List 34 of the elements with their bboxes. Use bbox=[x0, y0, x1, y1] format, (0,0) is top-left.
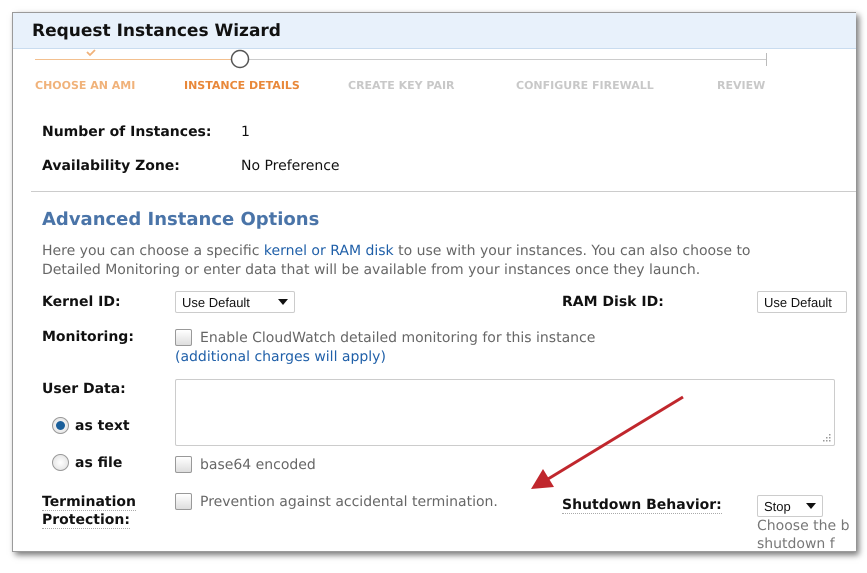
hint-text: Choose the b bbox=[757, 517, 850, 535]
checkbox[interactable] bbox=[175, 493, 192, 510]
field-label: Monitoring: bbox=[42, 329, 135, 345]
field-label: RAM Disk ID: bbox=[562, 294, 665, 310]
hint-text: shutdown f bbox=[757, 535, 836, 551]
checkbox[interactable] bbox=[175, 456, 192, 473]
field-label: Number of Instances: bbox=[42, 124, 212, 140]
ram-disk-select[interactable]: Use Default bbox=[757, 291, 847, 313]
radio-button[interactable] bbox=[52, 417, 69, 434]
radio-button[interactable] bbox=[52, 454, 69, 471]
kernel-link[interactable]: kernel or RAM disk bbox=[264, 243, 394, 259]
radio-label: as file bbox=[75, 454, 122, 470]
field-value: No Preference bbox=[241, 158, 341, 174]
field-label: Termination Protection: bbox=[42, 493, 137, 529]
description-text: Here you can choose a specific kernel or RAM disk to use with your instances. You can also choose to Detailed Monitoring or enter data that will be available from your instances once they launch. bbox=[42, 242, 752, 280]
wizard-step: INSTANCE DETAILS bbox=[184, 78, 348, 92]
checkbox-label: Enable CloudWatch detailed monitoring for this instance bbox=[200, 330, 596, 346]
resize-grip-icon bbox=[822, 433, 831, 442]
checkbox[interactable] bbox=[175, 329, 192, 346]
charges-link[interactable]: (additional charges will apply) bbox=[175, 349, 386, 365]
kernel-select[interactable]: Use Default bbox=[175, 291, 295, 313]
section-heading: Advanced Instance Options bbox=[42, 209, 320, 230]
field-value: 1 bbox=[241, 124, 251, 140]
radio-label: as text bbox=[75, 418, 130, 434]
shutdown-select[interactable]: Stop bbox=[757, 495, 823, 517]
field-label: Shutdown Behavior: bbox=[562, 497, 722, 514]
field-label: User Data: bbox=[42, 381, 127, 397]
checkbox-label: Prevention against accidental termination. bbox=[200, 494, 498, 510]
field-label: Availability Zone: bbox=[42, 158, 181, 174]
field-label: Kernel ID: bbox=[42, 294, 122, 310]
wizard-step: CHOOSE AN AMI bbox=[35, 78, 184, 92]
checkbox-label: base64 encoded bbox=[200, 457, 316, 473]
user-data-field[interactable] bbox=[175, 379, 835, 446]
window-title: Request Instances Wizard bbox=[32, 20, 281, 40]
